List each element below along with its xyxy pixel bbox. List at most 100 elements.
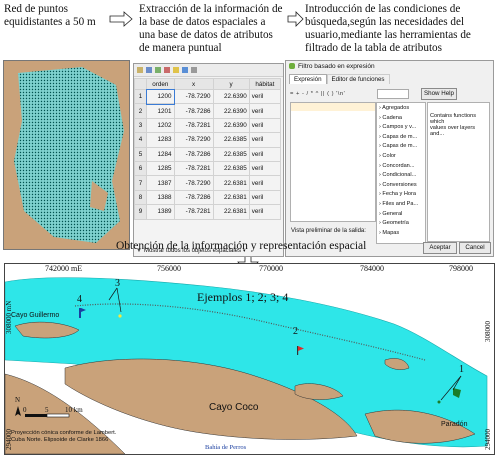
cell-y[interactable]: 22.6381: [212, 189, 250, 206]
cell-habitat[interactable]: veril: [248, 132, 282, 148]
function-group-item[interactable]: › Cadena: [379, 115, 402, 121]
cell-orden[interactable]: 1283: [146, 132, 175, 148]
table-row[interactable]: 3 1202 -78.7281 22.6390 veril: [134, 117, 282, 134]
tab-expression[interactable]: Expresión: [289, 74, 327, 84]
cell-x[interactable]: -78.7286: [173, 103, 214, 119]
cell-y[interactable]: 22.6390: [212, 103, 250, 119]
column-header[interactable]: y: [212, 78, 250, 90]
cell-x[interactable]: -78.7281: [173, 117, 214, 134]
cell-orden[interactable]: 1200: [145, 88, 176, 105]
save-icon[interactable]: [146, 67, 152, 73]
caption-step4: Obtención de la información y representa…: [116, 240, 367, 252]
ok-button[interactable]: Aceptar: [423, 242, 457, 254]
function-group-label: Concordan...: [382, 162, 415, 169]
table-row[interactable]: 6 1285 -78.7281 22.6385 veril: [134, 160, 282, 177]
function-search[interactable]: [377, 89, 409, 99]
table-row[interactable]: 5 1284 -78.7286 22.6385 veril: [134, 146, 282, 162]
cell-y[interactable]: 22.6385: [212, 160, 250, 177]
operators-bar[interactable]: = + - / * ^ || ( ) '\n': [290, 91, 345, 97]
cell-orden[interactable]: 1201: [146, 103, 175, 119]
cell-y[interactable]: 22.6385: [212, 146, 250, 162]
table-row[interactable]: 7 1387 -78.7290 22.6381 veril: [134, 175, 282, 191]
show-help-button[interactable]: Show Help: [421, 88, 457, 100]
edit-icon[interactable]: [137, 67, 143, 73]
filter-dialog: Filtro basado en expresión Expresión Edi…: [285, 60, 494, 257]
row-number[interactable]: 1: [134, 88, 147, 105]
cell-habitat[interactable]: veril: [248, 88, 282, 105]
marker-label-3: 3: [115, 278, 120, 289]
cell-orden[interactable]: 1389: [146, 204, 175, 220]
function-group-item[interactable]: › General: [379, 211, 402, 217]
marker-3-point: [118, 314, 122, 318]
row-number[interactable]: 5: [134, 146, 147, 162]
tab-function-editor[interactable]: Editor de funciones: [326, 74, 390, 84]
row-number[interactable]: 6: [134, 160, 147, 177]
cell-y[interactable]: 22.6385: [212, 132, 250, 148]
cell-y[interactable]: 22.6390: [212, 117, 250, 134]
pan-icon[interactable]: [191, 67, 197, 73]
attribute-table: orden x y hábitat 1 1200 -78.7290 22.6390 ve…: [134, 78, 282, 220]
cell-habitat[interactable]: veril: [248, 117, 282, 134]
cell-x[interactable]: -78.7286: [173, 146, 214, 162]
top-tick: 770000: [259, 264, 283, 273]
cell-orden[interactable]: 1387: [146, 175, 175, 191]
right-tick: 294000: [484, 429, 492, 450]
function-group-item[interactable]: › Concordan...: [379, 163, 414, 169]
table-toolbar: [134, 64, 283, 77]
table-row[interactable]: 2 1201 -78.7286 22.6390 veril: [134, 103, 282, 119]
row-number[interactable]: 7: [134, 175, 147, 191]
cell-y[interactable]: 22.6390: [212, 88, 250, 105]
table-row[interactable]: 4 1283 -78.7290 22.6385 veril: [134, 132, 282, 148]
cell-x[interactable]: -78.7290: [173, 175, 214, 191]
function-group-item[interactable]: › Agregados: [379, 105, 409, 111]
row-number[interactable]: 2: [134, 103, 147, 119]
column-header[interactable]: x: [173, 78, 214, 90]
cell-habitat[interactable]: veril: [248, 103, 282, 119]
function-group-label: Condicional...: [382, 172, 417, 179]
table-row[interactable]: 1 1200 -78.7290 22.6390 veril: [134, 88, 282, 105]
dialog-title: Filtro basado en expresión: [298, 63, 375, 70]
function-group-item[interactable]: › Files and Pa...: [379, 201, 418, 207]
point-grid-svg: [4, 61, 129, 249]
function-group-item[interactable]: › Capas de m...: [379, 134, 417, 140]
cell-habitat[interactable]: veril: [248, 204, 282, 220]
select-icon[interactable]: [173, 67, 179, 73]
cell-x[interactable]: -78.7281: [173, 160, 214, 177]
cell-y[interactable]: 22.6381: [212, 204, 250, 220]
table-row[interactable]: 8 1388 -78.7286 22.6381 veril: [134, 189, 282, 206]
function-group-item[interactable]: › Mapas: [379, 230, 399, 236]
cell-x[interactable]: -78.7281: [173, 204, 214, 220]
cell-habitat[interactable]: veril: [248, 160, 282, 177]
function-group-item[interactable]: › Fecha y Hora: [379, 191, 416, 197]
expression-editor[interactable]: [290, 102, 376, 222]
row-number[interactable]: 3: [134, 117, 147, 134]
row-number[interactable]: 9: [134, 204, 147, 220]
function-list[interactable]: › Agregados › Cadena › Campos y v... › Capa…: [376, 102, 426, 244]
cell-x[interactable]: -78.7290: [173, 88, 214, 105]
cell-x[interactable]: -78.7286: [173, 189, 214, 206]
cell-y[interactable]: 22.6381: [212, 175, 250, 191]
delete-icon[interactable]: [164, 67, 170, 73]
cell-orden[interactable]: 1202: [146, 117, 175, 134]
function-group-item[interactable]: › Capas de m...: [379, 143, 417, 149]
cell-orden[interactable]: 1388: [146, 189, 175, 206]
row-number[interactable]: 8: [134, 189, 147, 206]
function-group-item[interactable]: › Campos y v...: [379, 124, 416, 130]
function-group-item[interactable]: › Conversiones: [379, 182, 417, 188]
cell-x[interactable]: -78.7290: [173, 132, 214, 148]
filter-icon[interactable]: [182, 67, 188, 73]
row-number[interactable]: 4: [134, 132, 147, 148]
function-group-item[interactable]: › Geometría: [379, 220, 409, 226]
cell-habitat[interactable]: veril: [248, 146, 282, 162]
cell-habitat[interactable]: veril: [248, 175, 282, 191]
cell-orden[interactable]: 1284: [146, 146, 175, 162]
reload-icon[interactable]: [155, 67, 161, 73]
column-header[interactable]: hábitat: [248, 78, 282, 90]
cancel-button[interactable]: Cancel: [459, 242, 491, 254]
cell-habitat[interactable]: veril: [248, 189, 282, 206]
cell-orden[interactable]: 1285: [146, 160, 175, 177]
table-row[interactable]: 9 1389 -78.7281 22.6381 veril: [134, 204, 282, 220]
function-group-item[interactable]: › Condicional...: [379, 172, 416, 178]
function-group-item[interactable]: › Color: [379, 153, 396, 159]
column-header[interactable]: orden: [146, 78, 175, 90]
